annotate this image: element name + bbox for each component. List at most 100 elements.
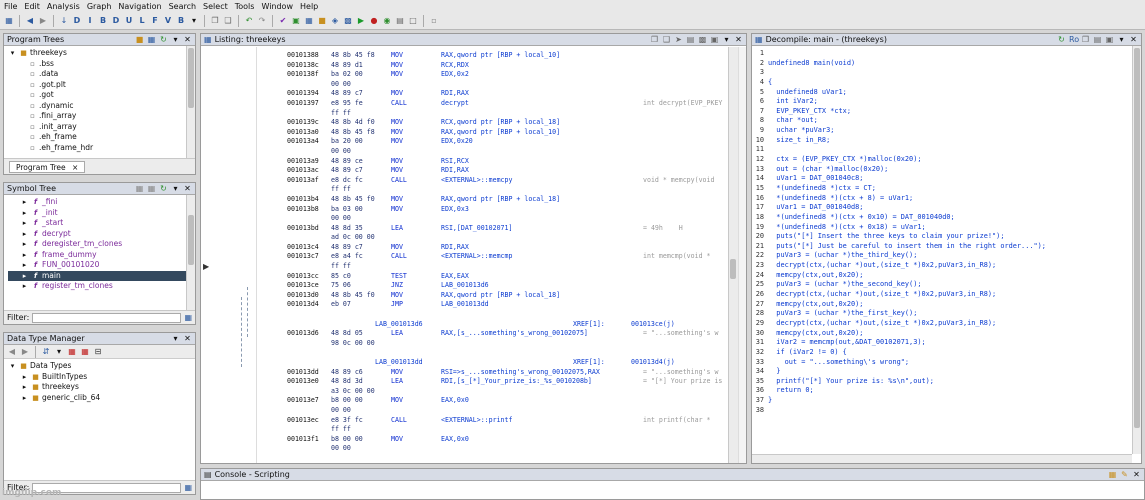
listing-row[interactable]: 00101394 48 89 c7 MOV RDI,RAX bbox=[201, 89, 726, 99]
listing-row[interactable]: ff ff bbox=[201, 425, 726, 435]
snapshot-icon[interactable]: ▣ bbox=[1105, 35, 1114, 44]
address[interactable]: 001013d6 bbox=[287, 329, 319, 339]
menu-help[interactable]: Help bbox=[300, 2, 318, 11]
code-text[interactable]: size_t in_R8; bbox=[768, 136, 830, 146]
listing-row[interactable] bbox=[201, 348, 726, 358]
mnemonic[interactable]: MOV bbox=[391, 128, 403, 138]
create-namespace-icon[interactable]: ▦ bbox=[135, 184, 144, 193]
code-line[interactable]: 29 decrypt(ctx,(uchar *)out,(size_t *)0x… bbox=[752, 319, 1131, 329]
code-text[interactable]: } bbox=[768, 396, 772, 406]
expand-icon[interactable]: ▸ bbox=[20, 393, 29, 404]
menu-icon[interactable]: ▾ bbox=[171, 184, 180, 193]
letter-u-icon[interactable]: U bbox=[124, 16, 134, 26]
code-line[interactable]: 4{ bbox=[752, 78, 1131, 88]
mnemonic[interactable]: MOV bbox=[391, 291, 403, 301]
listing-row[interactable]: 001013c4 48 89 c7 MOV RDI,RAX bbox=[201, 243, 726, 253]
operands[interactable]: EAX,0x0 bbox=[441, 396, 469, 406]
code-text[interactable]: uVar1 = DAT_001040d8; bbox=[768, 203, 863, 213]
code-text[interactable]: memcpy(ctx,out,0x20); bbox=[768, 300, 863, 310]
operands[interactable]: EAX,0x0 bbox=[441, 435, 469, 445]
code-line[interactable]: 3 bbox=[752, 68, 1131, 78]
tree-item[interactable]: ▫ .dynamic bbox=[8, 101, 195, 112]
tree-root[interactable]: ▾ ■ Data Types bbox=[8, 361, 195, 372]
listing-row[interactable]: 001013f1 b8 00 00 MOV EAX,0x0 bbox=[201, 435, 726, 445]
listing-row[interactable]: ad 0c 00 00 bbox=[201, 233, 726, 243]
code-line[interactable]: 30 memcpy(ctx,out,0x20); bbox=[752, 329, 1131, 339]
operands[interactable]: RAX,qword ptr [RBP + local_18] bbox=[441, 195, 560, 205]
undo-icon[interactable]: ↶ bbox=[244, 16, 254, 26]
back-icon[interactable]: ◀ bbox=[25, 16, 35, 26]
code-line[interactable]: 23 decrypt(ctx,(uchar *)out,(size_t *)0x… bbox=[752, 261, 1131, 271]
menu-select[interactable]: Select bbox=[203, 2, 228, 11]
paste-icon[interactable]: ❑ bbox=[223, 16, 233, 26]
listing-row[interactable]: 00 00 bbox=[201, 80, 726, 90]
symbol-item[interactable]: ▸ f frame_dummy bbox=[8, 250, 195, 261]
listing-row[interactable]: 001013e0 48 8d 3d LEA RDI,[s_[*]_Your_prize… bbox=[201, 377, 726, 387]
address[interactable]: 00101397 bbox=[287, 99, 319, 109]
operands[interactable]: RDI,RAX bbox=[441, 166, 469, 176]
symbol-item[interactable]: ▸ f main bbox=[8, 270, 195, 282]
scroll-thumb[interactable] bbox=[188, 215, 194, 265]
run-icon[interactable]: ▶ bbox=[356, 16, 366, 26]
symbol-item[interactable]: ▸ f FUN_00101020 bbox=[8, 260, 195, 271]
listing-row[interactable]: ff ff bbox=[201, 109, 726, 119]
listing-row[interactable]: 001013b4 48 8b 45 f0 MOV RAX,qword ptr [RBP… bbox=[201, 195, 726, 205]
filter-archive-icon[interactable]: ▦ bbox=[67, 347, 77, 357]
letter-v-icon[interactable]: V bbox=[163, 16, 173, 26]
expand-icon[interactable]: ▸ bbox=[20, 271, 29, 282]
expand-icon[interactable]: ▸ bbox=[20, 229, 29, 240]
code-text[interactable]: { bbox=[768, 78, 772, 88]
expand-icon[interactable]: ▦ bbox=[147, 35, 156, 44]
mnemonic[interactable]: LEA bbox=[391, 224, 403, 234]
address[interactable]: 001013d4 bbox=[287, 300, 319, 310]
listing-row[interactable]: 001013cc 85 c0 TEST EAX,EAX bbox=[201, 272, 726, 282]
mnemonic[interactable]: MOV bbox=[391, 195, 403, 205]
menu-tools[interactable]: Tools bbox=[235, 2, 255, 11]
code-text[interactable]: *(undefined8 *)(ctx + 0x18) = uVar1; bbox=[768, 223, 925, 233]
address[interactable]: 001013ac bbox=[287, 166, 319, 176]
address[interactable]: 001013e7 bbox=[287, 396, 319, 406]
xref-address[interactable]: 001013d4(j) bbox=[631, 358, 675, 368]
listing-row[interactable]: 98 0c 00 00 bbox=[201, 339, 726, 349]
data-type-archive[interactable]: ▸ ■ BuiltInTypes bbox=[8, 372, 195, 383]
menu-icon[interactable]: ▾ bbox=[1117, 35, 1126, 44]
code-text[interactable]: *(undefined8 *)(ctx + 8) = uVar1; bbox=[768, 194, 913, 204]
address[interactable]: 001013cc bbox=[287, 272, 319, 282]
operands[interactable]: decrypt bbox=[441, 99, 469, 109]
code-line[interactable]: 17 uVar1 = DAT_001040d8; bbox=[752, 203, 1131, 213]
code-text[interactable]: undefined8 uVar1; bbox=[768, 88, 847, 98]
operands[interactable]: RDI,RAX bbox=[441, 243, 469, 253]
mnemonic[interactable]: MOV bbox=[391, 89, 403, 99]
code-line[interactable]: 5 undefined8 uVar1; bbox=[752, 88, 1131, 98]
address[interactable]: 001013b4 bbox=[287, 195, 319, 205]
overview-bar[interactable] bbox=[738, 47, 746, 463]
code-line[interactable]: 16 *(undefined8 *)(ctx + 8) = uVar1; bbox=[752, 194, 1131, 204]
code-line[interactable]: 24 memcpy(ctx,out,0x20); bbox=[752, 271, 1131, 281]
code-text[interactable]: memcpy(ctx,out,0x20); bbox=[768, 271, 863, 281]
data-type-archive[interactable]: ▸ ■ generic_clib_64 bbox=[8, 393, 195, 404]
listing-row[interactable] bbox=[201, 310, 726, 320]
memory-icon[interactable]: ▩ bbox=[343, 16, 353, 26]
symbol-tree-scrollbar[interactable] bbox=[186, 195, 195, 310]
listing-row[interactable]: 001013dd 48 89 c6 MOV RSI=>s_...something's… bbox=[201, 368, 726, 378]
code-text[interactable]: out = (char *)malloc(0x20); bbox=[768, 165, 888, 175]
code-line[interactable]: 12 ctx = (EVP_PKEY_CTX *)malloc(0x20); bbox=[752, 155, 1131, 165]
operands[interactable]: RAX,[s_...something's_wrong_00102075] bbox=[441, 329, 588, 339]
listing-row[interactable]: 001013af e8 dc fc CALL <EXTERNAL>::memcpy vo… bbox=[201, 176, 726, 186]
dropdown-icon[interactable]: ▾ bbox=[189, 16, 199, 26]
refresh-icon[interactable]: ↻ bbox=[159, 184, 168, 193]
tree-item[interactable]: ▫ .bss bbox=[8, 59, 195, 70]
close-icon[interactable]: ✕ bbox=[1129, 35, 1138, 44]
listing-row[interactable]: a3 0c 00 00 bbox=[201, 387, 726, 397]
code-line[interactable]: 9 uchar *puVar3; bbox=[752, 126, 1131, 136]
close-icon[interactable]: ✕ bbox=[183, 184, 192, 193]
code-line[interactable]: 15 *(undefined8 *)ctx = CT; bbox=[752, 184, 1131, 194]
split-icon[interactable]: ▩ bbox=[698, 35, 707, 44]
menu-search[interactable]: Search bbox=[169, 2, 196, 11]
code-text[interactable]: puVar3 = (uchar *)the_first_key(); bbox=[768, 309, 917, 319]
listing-row[interactable]: LAB_001013d6 XREF[1]: 001013ce(j) bbox=[201, 320, 726, 330]
letter-b-icon[interactable]: B bbox=[98, 16, 108, 26]
mnemonic[interactable]: MOV bbox=[391, 118, 403, 128]
code-line[interactable]: 34 } bbox=[752, 367, 1131, 377]
code-line[interactable]: 22 puVar3 = (uchar *)the_third_key(); bbox=[752, 251, 1131, 261]
